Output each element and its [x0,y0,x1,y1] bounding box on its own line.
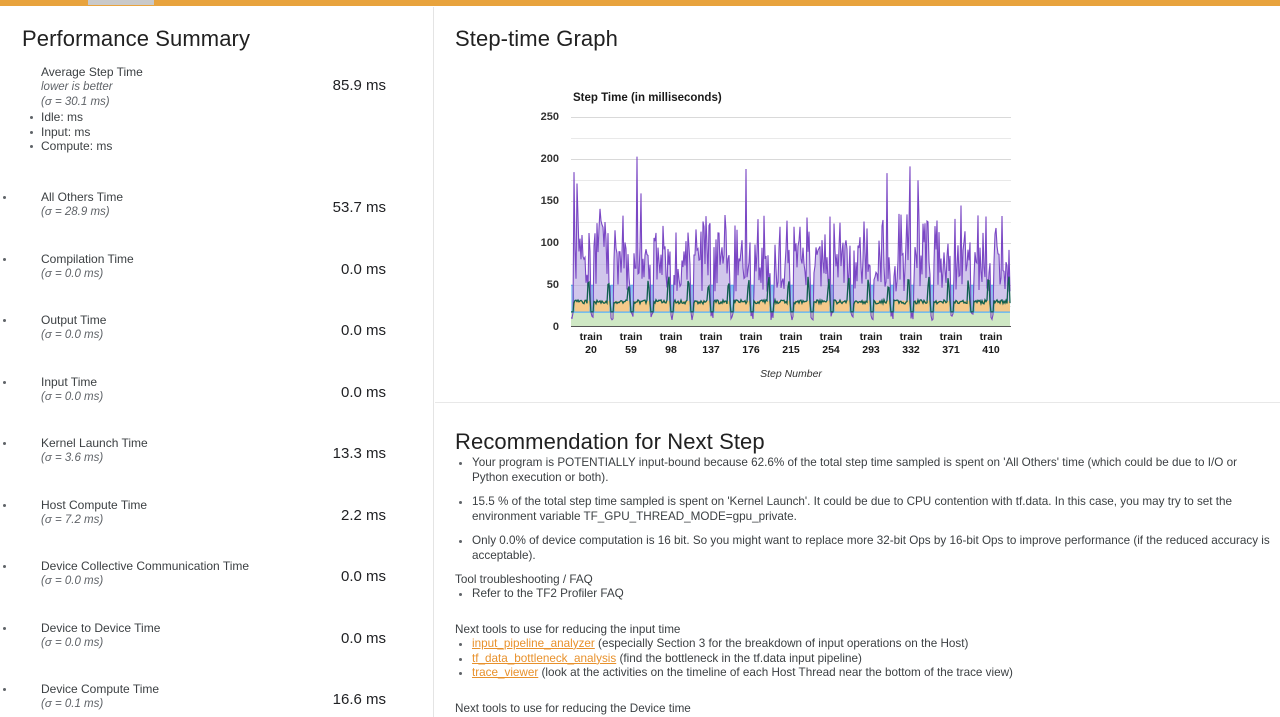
step-time-graph-title: Step-time Graph [455,26,618,51]
input-tools-heading: Next tools to use for reducing the input… [455,622,681,636]
performance-summary-panel: Performance Summary Average Step Time lo… [0,7,434,717]
metric-value: 0.0 ms [340,261,386,278]
y-axis-tick-label: 50 [546,279,559,291]
input-tools-list: input_pipeline_analyzer (especially Sect… [455,637,1273,681]
metric-row-device-to-device: Device to Device Time (σ = 0.0 ms) 0.0 m… [0,621,433,651]
metric-value: 0.0 ms [340,630,386,647]
recommendation-title: Recommendation for Next Step [455,429,765,454]
y-axis-tick-label: 250 [540,111,559,123]
recommendation-item: Only 0.0% of device computation is 16 bi… [455,534,1273,563]
faq-heading: Tool troubleshooting / FAQ [455,573,593,586]
average-step-time-row: Average Step Time lower is better (σ = 3… [0,65,433,154]
tool-item: tf_data_bottleneck_analysis (find the bo… [455,652,1273,667]
metric-row-host-compute: Host Compute Time (σ = 7.2 ms) 2.2 ms [0,498,433,528]
chart-series-svg [571,156,1011,327]
chart-x-axis-labels: train 20 train 59 train 98 train 137 train 176 tra… [571,331,1011,363]
recommendation-body: Your program is POTENTIALLY input-bound … [455,456,1273,717]
metric-row-all-others: All Others Time (σ = 28.9 ms) 53.7 ms [0,190,433,220]
metric-value: 0.0 ms [340,568,386,585]
average-step-time-breakdown: Idle: ms Input: ms Compute: ms [0,110,433,154]
average-step-time-value: 85.9 ms [332,77,386,94]
breakdown-item-compute: Compute: ms [27,139,433,154]
tool-desc: (look at the activities on the timeline … [538,666,1013,680]
chart-x-axis-title: Step Number [760,368,822,380]
tool-desc: (find the bottleneck in the tf.data inpu… [616,651,862,665]
tool-link-input-pipeline-analyzer[interactable]: input_pipeline_analyzer [472,637,595,650]
chart-axis-title: Step Time (in milliseconds) [573,92,722,104]
metric-row-input: Input Time (σ = 0.0 ms) 0.0 ms [0,375,433,405]
step-time-graph-card: Step-time Graph Step Time (in millisecon… [435,7,1280,403]
y-axis-tick-label: 150 [540,195,559,207]
recommendation-list: Your program is POTENTIALLY input-bound … [455,456,1273,563]
right-panel: Step-time Graph Step Time (in millisecon… [435,7,1280,717]
y-axis-tick-label: 100 [540,237,559,249]
faq-item: Refer to the TF2 Profiler FAQ [455,587,1273,602]
recommendation-item: 15.5 % of the total step time sampled is… [455,495,1273,524]
metric-value: 13.3 ms [332,445,386,462]
profiler-overview-page: Performance Summary Average Step Time lo… [0,0,1280,717]
tool-link-trace-viewer-host[interactable]: trace_viewer [472,666,538,679]
metric-value: 2.2 ms [340,507,386,524]
y-axis-tick-label: 200 [540,153,559,165]
breakdown-item-input: Input: ms [27,125,433,140]
faq-list: Refer to the TF2 Profiler FAQ [455,587,1273,602]
tool-item: trace_viewer (look at the activities on … [455,666,1273,681]
metric-value: 16.6 ms [332,691,386,708]
chart-x-axis-line [571,325,1011,327]
metric-row-device-collective: Device Collective Communication Time (σ … [0,559,433,589]
page-title: Performance Summary [22,26,251,51]
metric-row-device-compute: Device Compute Time (σ = 0.1 ms) 16.6 ms [0,682,433,712]
chart-plot-area[interactable] [571,117,1011,327]
device-tools-heading: Next tools to use for reducing the Devic… [455,702,691,716]
metric-value: 0.0 ms [340,322,386,339]
tool-link-tf-data-bottleneck-analysis[interactable]: tf_data_bottleneck_analysis [472,652,616,665]
x-axis-tick-label: train 410 [979,331,1003,356]
recommendation-item: Your program is POTENTIALLY input-bound … [455,456,1273,485]
metric-row-compilation: Compilation Time (σ = 0.0 ms) 0.0 ms [0,252,433,282]
topbar-underline [0,5,1280,6]
tool-item: input_pipeline_analyzer (especially Sect… [455,637,1273,652]
average-step-time-sigma: (σ = 30.1 ms) [41,96,110,108]
metric-value: 53.7 ms [332,199,386,216]
metric-row-output: Output Time (σ = 0.0 ms) 0.0 ms [0,313,433,343]
metric-value: 0.0 ms [340,384,386,401]
top-accent-bar [0,0,1280,6]
metric-row-kernel-launch: Kernel Launch Time (σ = 3.6 ms) 13.3 ms [0,436,433,466]
tool-desc: (especially Section 3 for the breakdown … [594,636,969,650]
breakdown-item-idle: Idle: ms [27,110,433,125]
y-axis-tick-label: 0 [552,321,559,333]
